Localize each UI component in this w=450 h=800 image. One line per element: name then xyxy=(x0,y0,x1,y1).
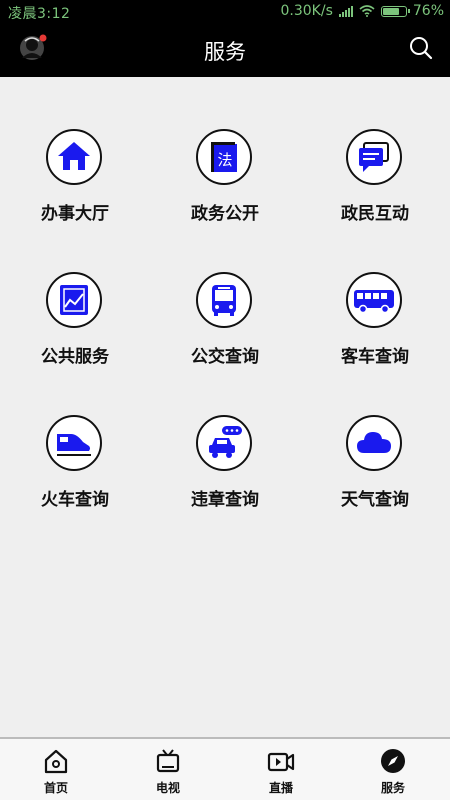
service-label: 火车查询 xyxy=(41,490,109,510)
service-item-office-hall[interactable]: 办事大厅 xyxy=(0,77,150,224)
tab-tv[interactable]: 电视 xyxy=(112,739,224,800)
service-item-bus-query[interactable]: 公交查询 xyxy=(150,220,300,367)
service-item-violation-query[interactable]: 违章查询 xyxy=(150,363,300,510)
tab-live[interactable]: 直播 xyxy=(225,739,337,800)
wifi-icon xyxy=(359,5,375,17)
tab-label: 直播 xyxy=(268,781,293,795)
tab-home[interactable]: 首页 xyxy=(0,739,112,800)
tab-label: 电视 xyxy=(155,781,180,795)
chart-icon xyxy=(46,272,102,328)
status-bar: 凌晨3:12 0.30K/s 76% xyxy=(0,0,450,24)
home-icon xyxy=(44,749,68,774)
battery-percent: 76% xyxy=(412,3,444,19)
battery-icon xyxy=(380,5,410,17)
search-icon[interactable] xyxy=(408,35,434,61)
tv-icon xyxy=(156,749,180,773)
coach-bus-icon xyxy=(346,272,402,328)
service-item-gov-affairs[interactable]: 法 政务公开 xyxy=(150,77,300,224)
live-video-icon xyxy=(267,752,295,772)
service-item-interaction[interactable]: 政民互动 xyxy=(300,77,450,224)
house-icon xyxy=(46,129,102,185)
signal-icon xyxy=(338,5,353,17)
cloud-icon xyxy=(346,415,402,471)
chat-bubbles-icon xyxy=(346,129,402,185)
service-item-public-service[interactable]: 公共服务 xyxy=(0,220,150,367)
compass-icon xyxy=(381,749,405,773)
tab-label: 首页 xyxy=(43,781,68,795)
bus-front-icon xyxy=(196,272,252,328)
bottom-tab-bar: 首页 电视 直播 服务 xyxy=(0,737,450,800)
car-violation-icon xyxy=(196,415,252,471)
service-item-coach-query[interactable]: 客车查询 xyxy=(300,220,450,367)
status-time: 凌晨3:12 xyxy=(8,6,71,22)
service-item-weather-query[interactable]: 天气查询 xyxy=(300,363,450,510)
tab-label: 服务 xyxy=(380,781,405,795)
svg-text:法: 法 xyxy=(217,151,232,169)
app-header: 服务 xyxy=(0,24,450,77)
service-item-train-query[interactable]: 火车查询 xyxy=(0,363,150,510)
page-title: 服务 xyxy=(204,40,246,64)
tab-service[interactable]: 服务 xyxy=(337,739,449,800)
train-icon xyxy=(46,415,102,471)
service-label: 违章查询 xyxy=(191,490,259,510)
service-label: 天气查询 xyxy=(341,490,409,510)
law-book-icon: 法 xyxy=(196,129,252,185)
network-speed: 0.30K/s xyxy=(280,3,333,19)
